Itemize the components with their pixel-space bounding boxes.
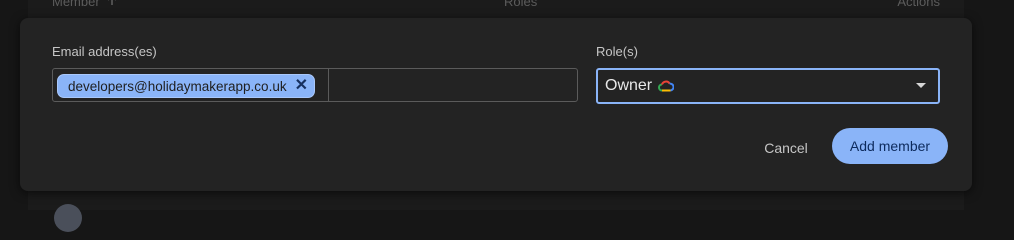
chevron-down-icon bbox=[916, 83, 926, 88]
members-table-header: Member Roles Actions bbox=[28, 0, 964, 12]
role-select[interactable]: Owner bbox=[596, 68, 940, 104]
role-selected-value: Owner bbox=[605, 77, 653, 94]
email-input[interactable] bbox=[331, 71, 575, 101]
email-field-divider bbox=[328, 69, 329, 101]
roles-column-header: Roles bbox=[504, 0, 538, 9]
member-column-label: Member bbox=[52, 0, 100, 9]
add-member-dialog: Email address(es) developers@holidaymake… bbox=[20, 18, 972, 191]
actions-column-header: Actions bbox=[897, 0, 940, 9]
role-label: Role(s) bbox=[596, 44, 638, 59]
email-field[interactable]: developers@holidaymakerapp.co.uk ✕ bbox=[52, 68, 578, 102]
email-chip[interactable]: developers@holidaymakerapp.co.uk ✕ bbox=[57, 74, 315, 98]
cancel-button[interactable]: Cancel bbox=[750, 133, 822, 163]
close-icon[interactable]: ✕ bbox=[295, 78, 308, 94]
avatar bbox=[54, 204, 82, 232]
email-chip-label: developers@holidaymakerapp.co.uk bbox=[68, 78, 287, 94]
google-cloud-icon bbox=[658, 80, 675, 92]
member-column-header[interactable]: Member bbox=[52, 0, 118, 9]
email-label: Email address(es) bbox=[52, 44, 157, 59]
sort-ascending-icon bbox=[106, 0, 118, 9]
add-member-button[interactable]: Add member bbox=[832, 128, 948, 164]
page: Member Roles Actions Email address(es) d… bbox=[0, 0, 1014, 232]
